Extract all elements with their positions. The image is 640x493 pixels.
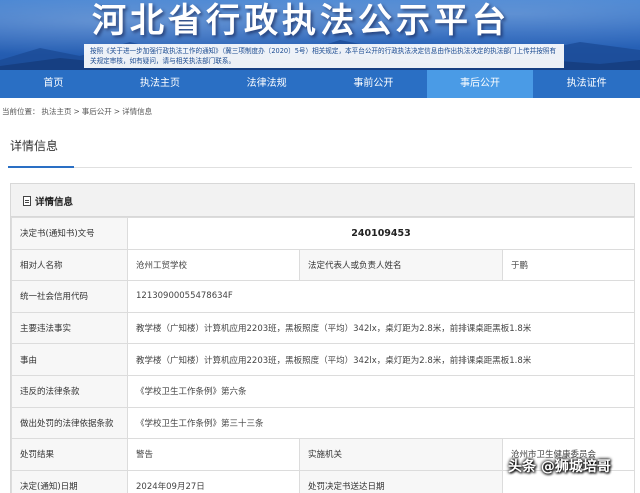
header-banner: 河北省行政执法公示平台 按照《关于进一步加强行政执法工作的通知》（冀三项制度办〔… [0,0,640,70]
nav-certificates[interactable]: 执法证件 [533,70,640,98]
title-divider [8,167,632,168]
watermark-text: 头条 @狮城培哥 [508,459,611,475]
legal-rep-label: 法定代表人或负责人姓名 [299,248,503,282]
nav-home[interactable]: 首页 [0,70,107,98]
detail-header-label: 详情信息 [35,197,74,208]
breadcrumb: 当前位置： 执法主页 > 事后公开 > 详情信息 [0,104,640,120]
page-title: 详情信息 [10,139,59,153]
legal-basis-label: 做出处罚的法律依据条款 [11,406,128,440]
violated-clause-value: 《学校卫生工作条例》第六条 [127,374,635,408]
penalty-result-value: 警告 [127,438,300,471]
nav-enforcement-home[interactable]: 执法主页 [107,70,214,98]
table-row: 相对人名称 沧州工贸学校 法定代表人或负责人姓名 于鹏 [11,248,635,282]
reason-label: 事由 [11,343,128,376]
detail-table: 决定书(通知书)文号 240109453 相对人名称 沧州工贸学校 法定代表人或… [11,217,635,493]
table-row: 决定书(通知书)文号 240109453 [11,217,635,250]
nav-pre-disclosure[interactable]: 事前公开 [320,70,427,98]
facts-label: 主要违法事实 [11,311,128,345]
violated-clause-label: 违反的法律条款 [11,374,128,408]
breadcrumb-separator: > [73,107,80,116]
decision-date-value: 2024年09月27日 [127,469,300,493]
party-label: 相对人名称 [11,248,128,282]
nav-post-disclosure[interactable]: 事后公开 [426,70,534,98]
table-row: 主要违法事实 教学楼（广知楼）计算机应用2203班，黑板照度（平均）342lx，… [11,311,635,345]
decision-date-label: 决定(通知)日期 [11,469,128,493]
doc-number-value: 240109453 [127,217,635,250]
legal-rep-value: 于鹏 [502,248,635,282]
doc-number-label: 决定书(通知书)文号 [11,217,128,250]
breadcrumb-link-enforcement-home[interactable]: 执法主页 [42,107,72,116]
nav-laws[interactable]: 法律法规 [213,70,320,98]
table-row: 违反的法律条款 《学校卫生工作条例》第六条 [11,374,635,408]
main-nav: 首页 执法主页 法律法规 事前公开 事后公开 执法证件 [0,70,640,98]
title-underline [8,166,74,168]
agency-label: 实施机关 [299,438,503,471]
detail-header: 详情信息 [11,184,634,217]
party-value: 沧州工贸学校 [127,248,300,282]
breadcrumb-current: 详情信息 [122,107,153,116]
site-notice: 按照《关于进一步加强行政执法工作的通知》（冀三项制度办〔2020〕5号）相关规定… [84,44,564,68]
breadcrumb-link-post-disclosure[interactable]: 事后公开 [82,107,112,116]
facts-value: 教学楼（广知楼）计算机应用2203班，黑板照度（平均）342lx，桌灯距为2.8… [127,311,635,345]
credit-code-value: 12130900055478634F [127,280,635,313]
table-row: 统一社会信用代码 12130900055478634F [11,280,635,313]
reason-value: 教学楼（广知楼）计算机应用2203班，黑板照度（平均）342lx，桌灯距为2.8… [127,343,635,376]
credit-code-label: 统一社会信用代码 [11,280,128,313]
site-title: 河北省行政执法公示平台 [92,1,510,41]
legal-basis-value: 《学校卫生工作条例》第三十三条 [127,406,635,440]
table-row: 做出处罚的法律依据条款 《学校卫生工作条例》第三十三条 [11,406,635,440]
breadcrumb-separator: > [113,107,121,116]
penalty-result-label: 处罚结果 [11,438,128,471]
document-icon [23,196,31,206]
detail-panel: 详情信息 决定书(通知书)文号 240109453 相对人名称 沧州工贸学校 法… [10,183,635,493]
breadcrumb-prefix: 当前位置： [2,107,40,116]
table-row: 事由 教学楼（广知楼）计算机应用2203班，黑板照度（平均）342lx，桌灯距为… [11,343,635,376]
delivery-date-label: 处罚决定书送达日期 [299,469,503,493]
